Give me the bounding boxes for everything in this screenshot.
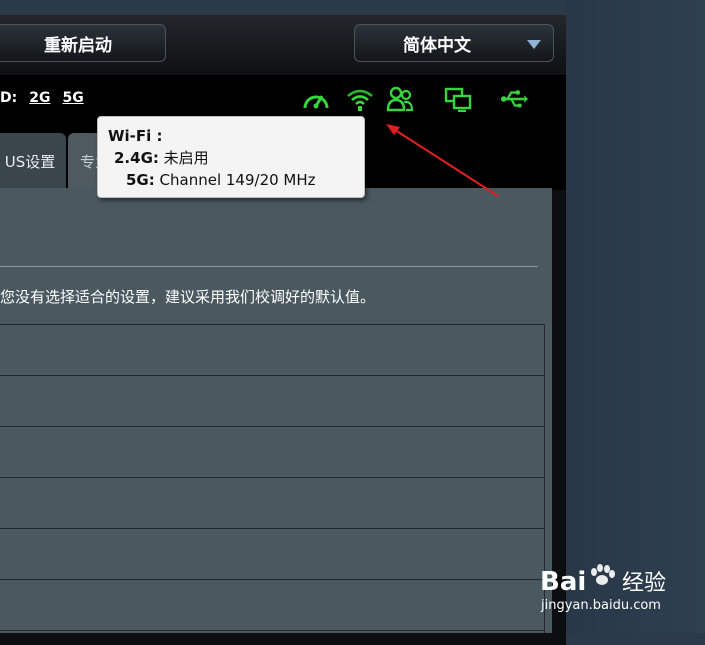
wifi-tooltip: Wi-Fi : 2.4G: 未启用 5G: Channel 149/20 MHz [97, 116, 365, 198]
table-row [0, 580, 544, 631]
tooltip-5g-value: Channel 149/20 MHz [159, 171, 316, 189]
band-5g-link[interactable]: 5G [62, 90, 83, 106]
usb-icon[interactable] [500, 86, 528, 112]
table-row [0, 427, 544, 478]
table-row [0, 376, 544, 427]
ssid-prefix: D: [0, 90, 18, 106]
language-select[interactable]: 简体中文 [354, 24, 554, 62]
wifi-icon[interactable] [346, 86, 374, 112]
annotation-arrow [386, 124, 499, 197]
tab-label: US设置 [4, 152, 56, 171]
band-2g-link[interactable]: 2G [29, 90, 50, 106]
tab-asus-settings[interactable]: US设置 [0, 133, 66, 189]
notice-text: 您没有选择适合的设置，建议采用我们校调好的默认值。 [0, 288, 376, 306]
table-row [0, 325, 544, 376]
tooltip-title: Wi-Fi : [108, 127, 163, 145]
tooltip-2g-key: 2.4G: [114, 149, 159, 167]
background-right [566, 0, 705, 633]
reboot-label: 重新启动 [44, 35, 112, 56]
users-icon[interactable] [386, 86, 414, 112]
table-row [0, 478, 544, 529]
tooltip-5g-key: 5G: [126, 171, 155, 189]
ssid-bands: D: 2G 5G [0, 90, 84, 106]
tooltip-2g-value: 未启用 [163, 149, 209, 167]
speedometer-icon[interactable] [302, 86, 330, 112]
reboot-button[interactable]: 重新启动 [0, 24, 166, 62]
settings-table [0, 324, 545, 633]
chevron-down-icon [527, 40, 541, 49]
network-devices-icon[interactable] [444, 86, 472, 112]
language-label: 简体中文 [403, 35, 471, 56]
table-row [0, 529, 544, 580]
watermark-url: jingyan.baidu.com [541, 598, 661, 613]
divider [0, 266, 538, 267]
baidu-watermark: Bai 经验 [540, 564, 666, 597]
watermark-suffix: 经验 [622, 571, 666, 596]
watermark-logo: Bai [540, 567, 586, 597]
